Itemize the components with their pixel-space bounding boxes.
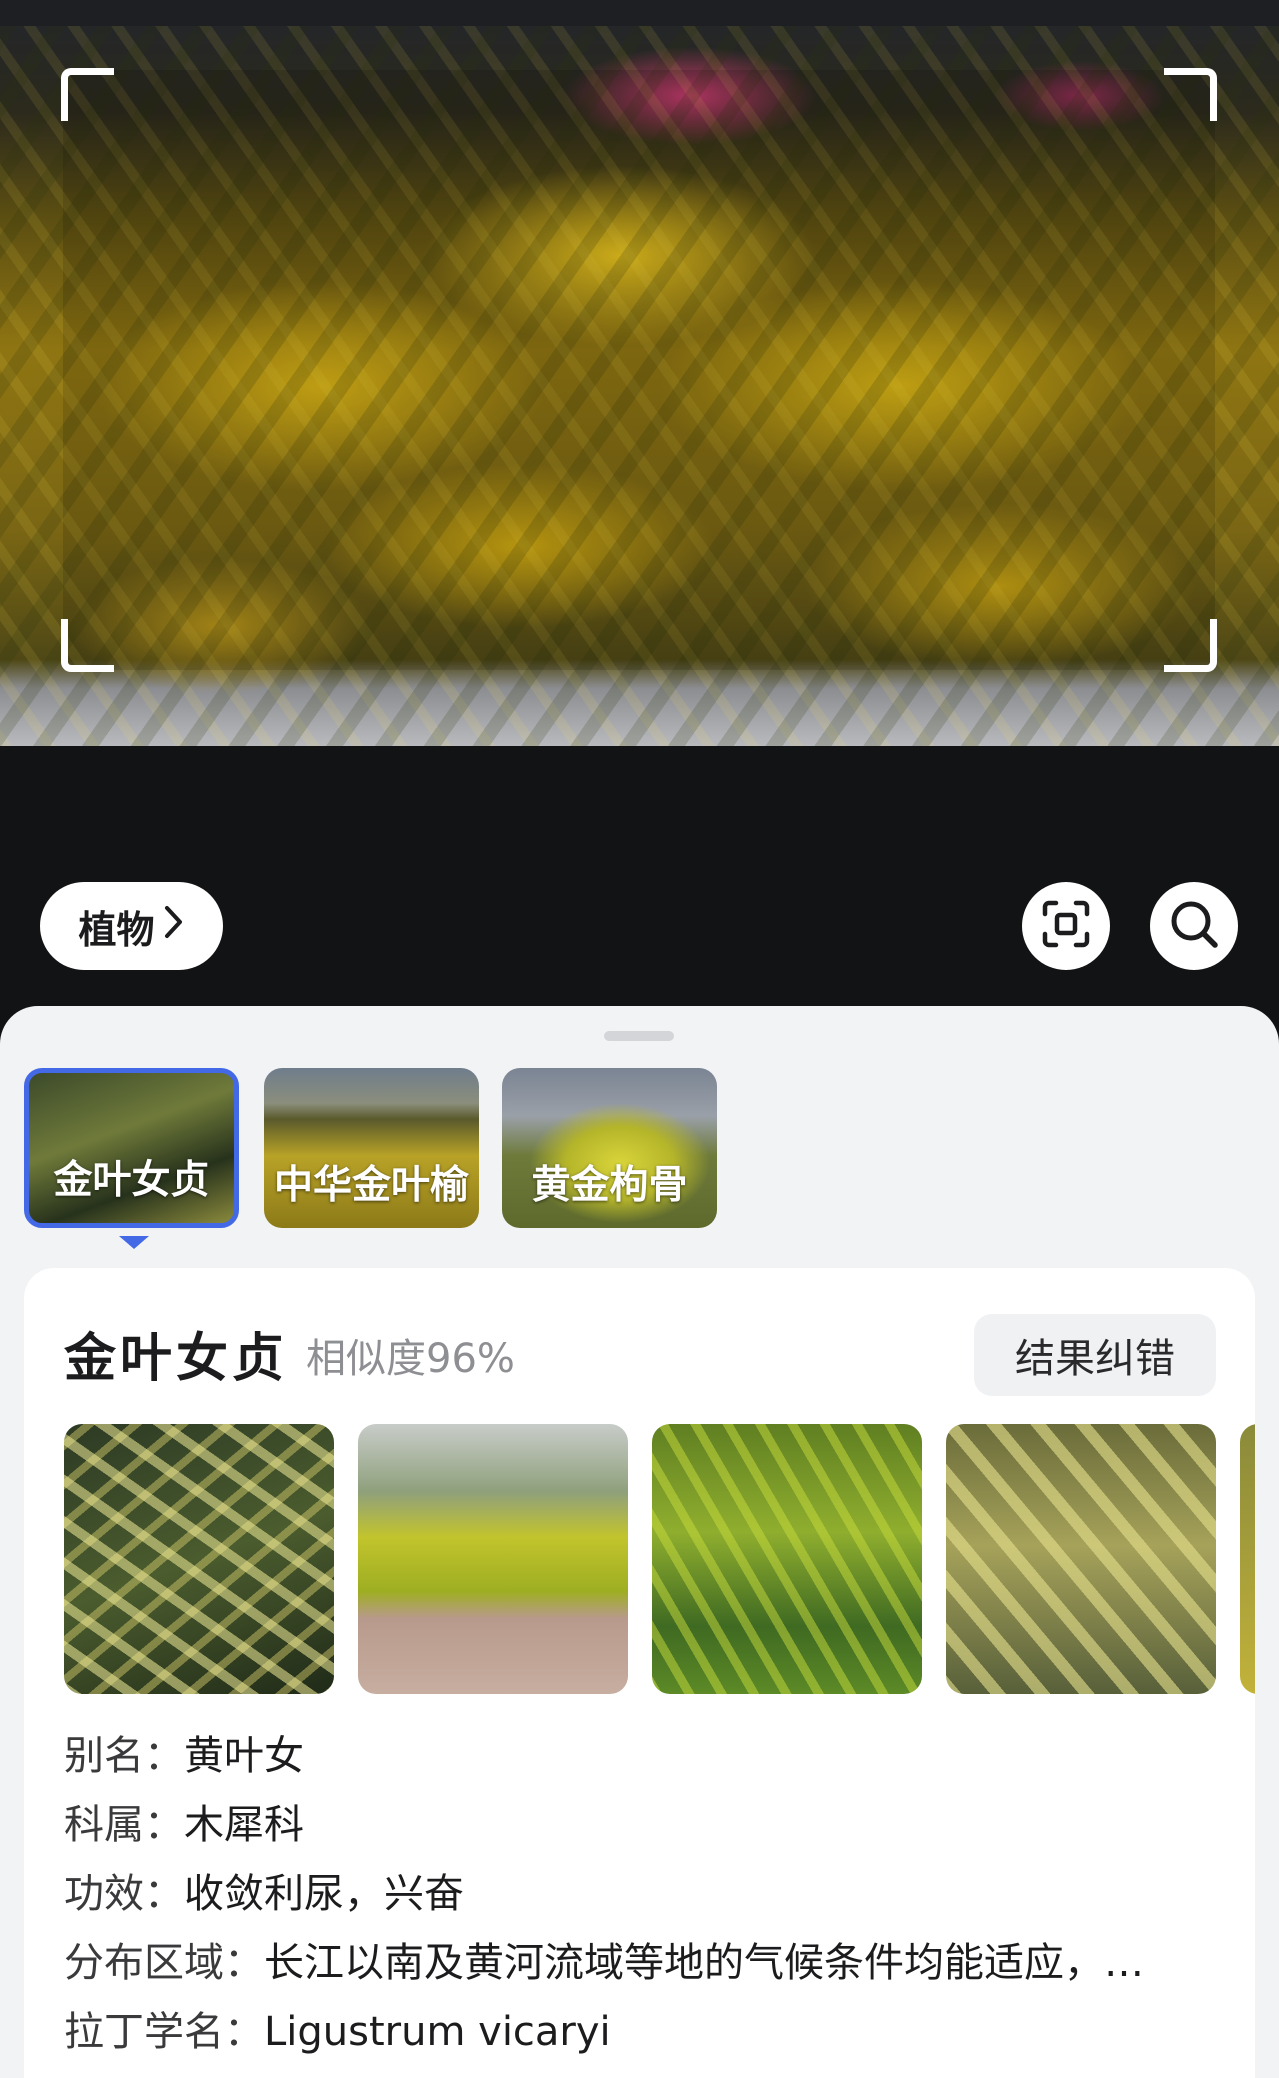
info-value: Ligustrum vicaryi: [264, 2009, 611, 2055]
candidate-item-1[interactable]: 金叶女贞: [24, 1068, 239, 1228]
scan-frame: [61, 68, 1217, 672]
status-strip: [0, 0, 1279, 26]
category-selector-button[interactable]: 植物: [40, 882, 223, 970]
info-key: 分布区域：: [64, 1940, 264, 1986]
info-family: 科属：木犀科: [64, 1791, 1224, 1860]
frame-corner-bottom-right: [1164, 619, 1217, 672]
info-key: 科属：: [64, 1802, 184, 1848]
gallery-image[interactable]: [946, 1424, 1216, 1694]
frame-corner-top-right: [1164, 68, 1217, 121]
similarity-score: 相似度96%: [306, 1336, 515, 1382]
candidate-item-3[interactable]: 黄金枸骨: [502, 1068, 717, 1228]
info-value: 木犀科: [184, 1802, 304, 1848]
gallery-image[interactable]: [358, 1424, 628, 1694]
candidate-label: 中华金叶榆: [273, 1163, 469, 1208]
search-button[interactable]: [1150, 882, 1238, 970]
info-efficacy: 功效：收敛利尿，兴奋: [64, 1860, 1224, 1929]
gallery-image[interactable]: [1240, 1424, 1255, 1694]
gallery-image[interactable]: [64, 1424, 334, 1694]
photo-gallery[interactable]: [64, 1424, 1255, 1696]
result-sheet: 金叶女贞 中华金叶榆 黄金枸骨 金叶女贞 相似度96% 结果纠错 别名：黄叶女 …: [0, 1006, 1279, 2078]
plant-info: 别名：黄叶女 科属：木犀科 功效：收敛利尿，兴奋 分布区域：长江以南及黄河流域等…: [64, 1722, 1224, 2067]
candidate-label: 黄金枸骨: [531, 1163, 688, 1208]
info-latin-name: 拉丁学名：Ligustrum vicaryi: [64, 1998, 1224, 2067]
candidate-label: 金叶女贞: [53, 1158, 210, 1203]
camera-viewfinder: 植物: [0, 0, 1279, 1010]
category-label: 植物: [78, 907, 155, 952]
info-alias: 别名：黄叶女: [64, 1722, 1224, 1791]
info-key: 功效：: [64, 1871, 184, 1917]
scan-crop-button[interactable]: [1022, 882, 1110, 970]
chevron-right-icon: [163, 904, 185, 948]
info-key: 别名：: [64, 1733, 184, 1779]
scan-frame-icon: [1041, 899, 1091, 953]
info-value: 收敛利尿，兴奋: [184, 1871, 464, 1917]
selected-pointer: [119, 1236, 149, 1249]
result-card: 金叶女贞 相似度96% 结果纠错 别名：黄叶女 科属：木犀科 功效：收敛利尿，兴…: [24, 1268, 1255, 2078]
info-distribution[interactable]: 分布区域：长江以南及黄河流域等地的气候条件均能适应，…: [64, 1929, 1224, 1998]
search-icon: [1168, 898, 1220, 954]
frame-corner-bottom-left: [61, 619, 114, 672]
plant-name: 金叶女贞: [64, 1329, 289, 1389]
sheet-drag-handle[interactable]: [604, 1031, 674, 1041]
info-value: 长江以南及黄河流域等地的气候条件均能适应，…: [264, 1940, 1144, 1986]
info-value: 黄叶女: [184, 1733, 304, 1779]
gallery-image[interactable]: [652, 1424, 922, 1694]
correct-result-button[interactable]: 结果纠错: [974, 1314, 1216, 1396]
info-key: 拉丁学名：: [64, 2009, 264, 2055]
frame-corner-top-left: [61, 68, 114, 121]
candidate-item-2[interactable]: 中华金叶榆: [264, 1068, 479, 1228]
